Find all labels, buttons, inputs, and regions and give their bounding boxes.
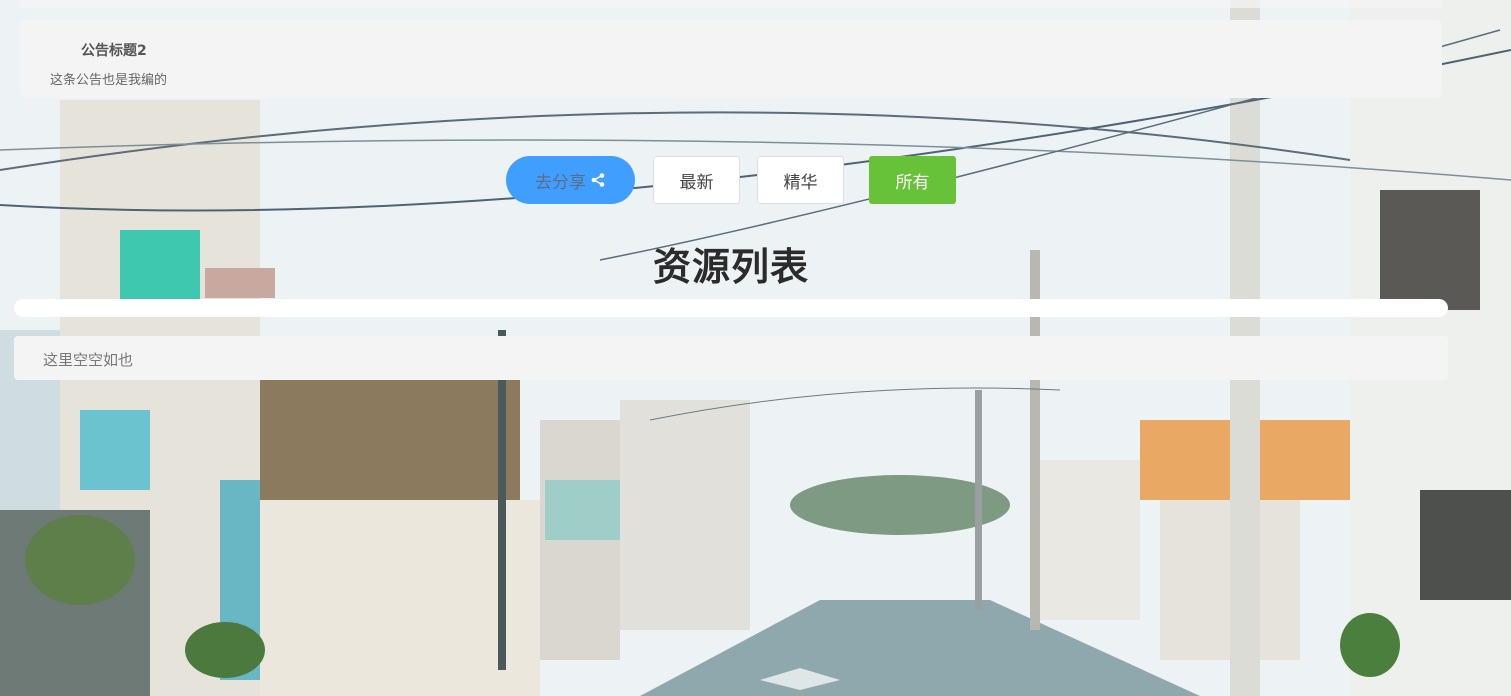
featured-filter-button[interactable]: 精华 [757, 156, 844, 204]
latest-filter-button[interactable]: 最新 [653, 156, 740, 204]
share-button-label: 去分享 [535, 172, 586, 193]
empty-state-box: 这里空空如也 [14, 336, 1448, 380]
resource-list-title: 资源列表 [652, 245, 809, 289]
share-icon [591, 173, 605, 187]
divider-bar [14, 299, 1448, 317]
page: 公告标题2 这条公告也是我编的 去分享 最新 精华 所有 资源列表 这里空空如也 [0, 0, 1511, 696]
announcement-title: 公告标题2 [81, 43, 147, 59]
announcement-card: 公告标题2 这条公告也是我编的 [20, 20, 1442, 98]
top-card-edge [20, 0, 1442, 8]
share-button[interactable]: 去分享 [506, 156, 635, 204]
announcement-body: 这条公告也是我编的 [50, 73, 168, 88]
all-filter-button[interactable]: 所有 [869, 156, 956, 204]
empty-state-text: 这里空空如也 [43, 351, 134, 369]
